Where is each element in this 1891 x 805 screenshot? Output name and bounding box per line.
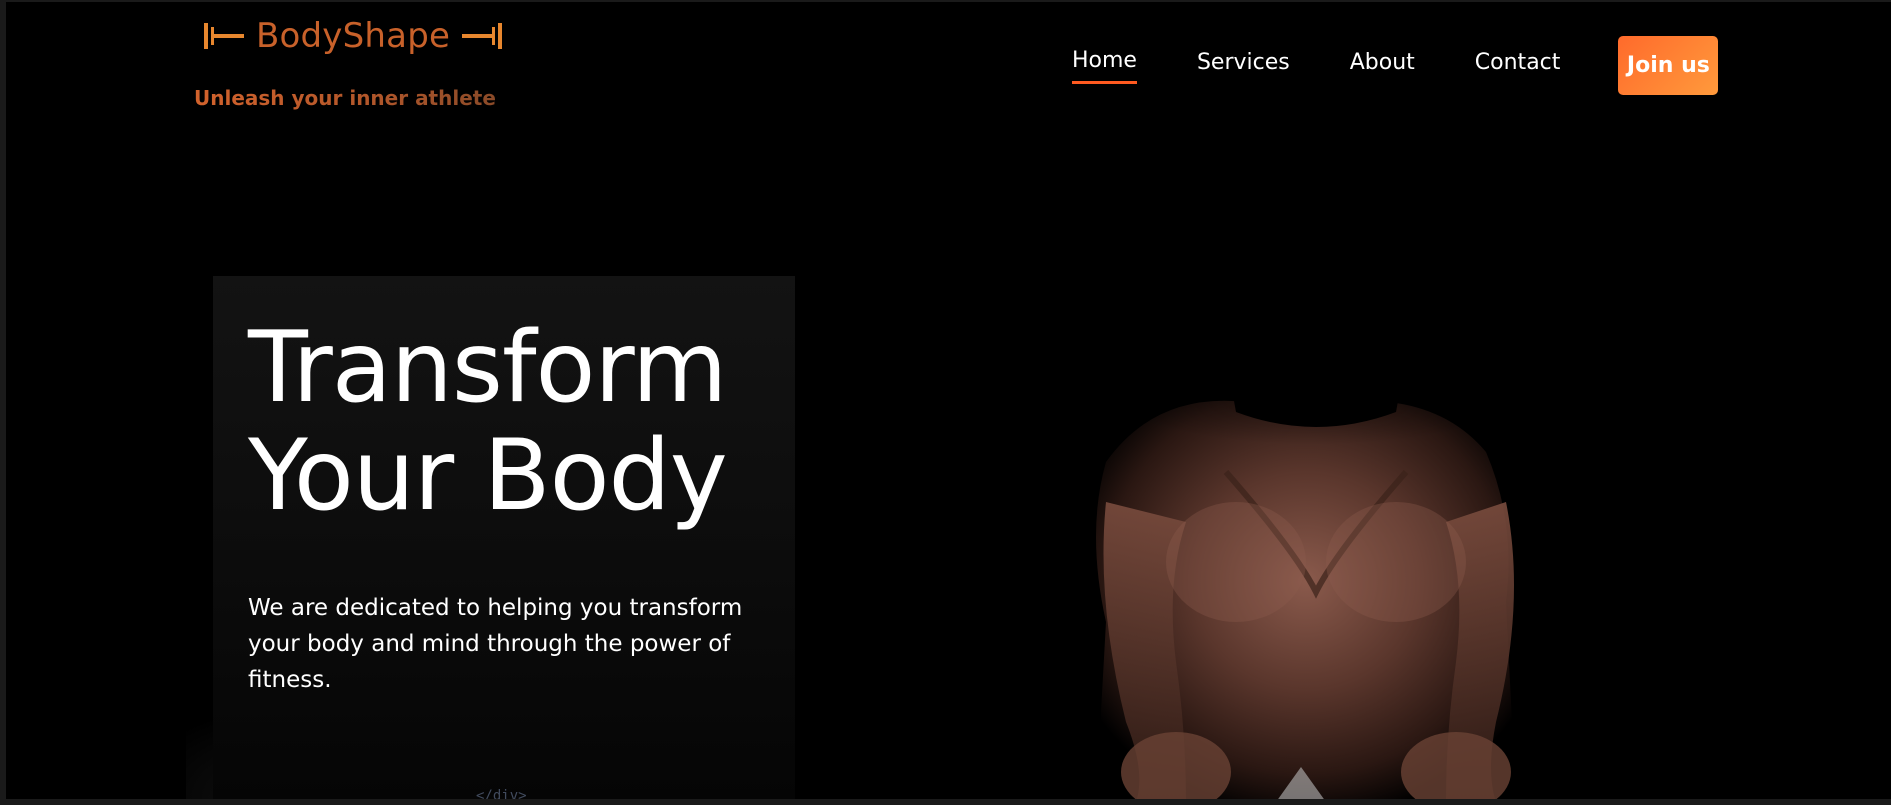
hero-title-line2: Your Body [248, 419, 728, 533]
main-nav: Home Services About Contact Join us [1072, 36, 1719, 95]
hero-title-line1: Transform [248, 311, 727, 425]
athlete-photo [1036, 302, 1596, 799]
nav-home[interactable]: Home [1072, 47, 1137, 84]
code-peek: </div> [476, 788, 527, 799]
brand-name: BodyShape [256, 16, 451, 56]
hero-description: We are dedicated to helping you transfor… [248, 595, 743, 693]
landing-page: BodyShape Unleash your inner athlete Hom… [6, 2, 1891, 799]
join-us-button[interactable]: Join us [1618, 36, 1719, 95]
dumbbell-icon [202, 20, 246, 52]
hero-title: Transform Your Body [248, 314, 808, 530]
nav-contact[interactable]: Contact [1475, 49, 1561, 83]
window-frame: BodyShape Unleash your inner athlete Hom… [0, 0, 1891, 805]
brand-logo[interactable]: BodyShape [202, 16, 504, 56]
nav-about[interactable]: About [1350, 49, 1415, 83]
brand-tagline: Unleash your inner athlete [194, 86, 496, 110]
nav-services[interactable]: Services [1197, 49, 1290, 83]
dumbbell-icon [460, 20, 504, 52]
